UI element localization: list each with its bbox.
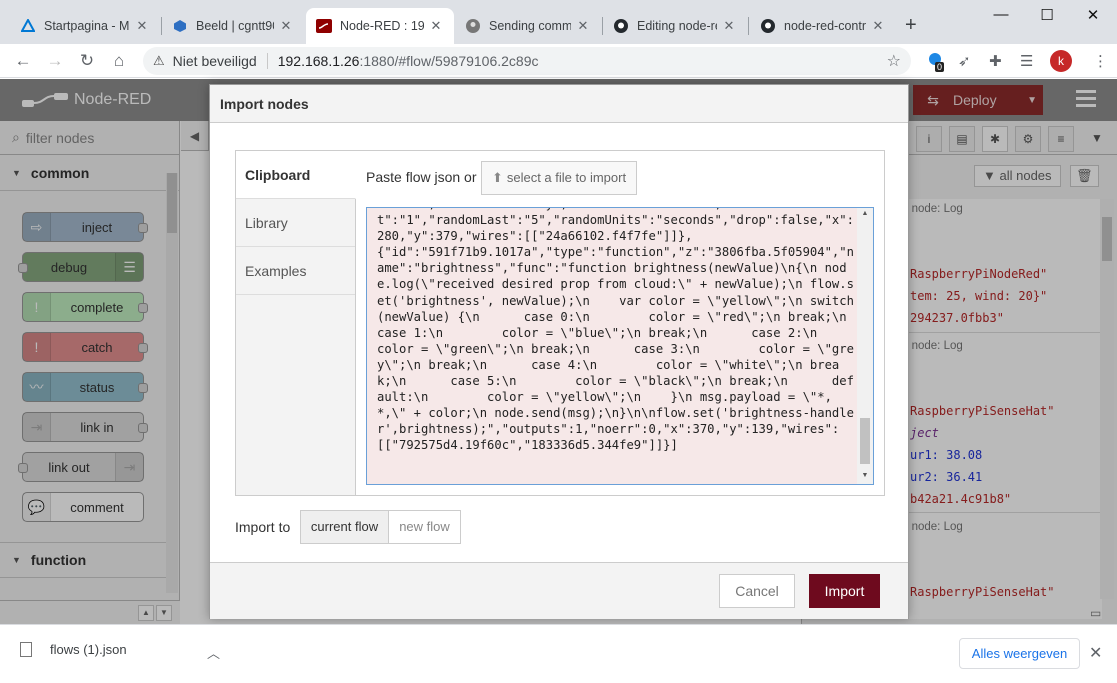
profile-avatar[interactable]: k [1050, 50, 1072, 72]
import-source-tabs: Clipboard Library Examples [236, 151, 356, 495]
browser-tab-sending-commands[interactable]: Sending comma ✕ [455, 8, 601, 44]
select-file-button[interactable]: ⬆ select a file to import [481, 161, 637, 195]
import-button[interactable]: Import [809, 574, 880, 608]
tab-title: node-red-contr [784, 19, 866, 33]
browser-toolbar: ← → ↻ ⌂ ⚠ Niet beveiligd 192.168.1.26:18… [0, 44, 1117, 78]
tab-divider [748, 17, 749, 35]
url-host: 192.168.1.26 [277, 53, 360, 69]
extension-badge: 0 [935, 62, 945, 72]
close-icon[interactable]: ✕ [721, 18, 737, 34]
github-icon [613, 18, 629, 34]
tab-title: Node-RED : 192 [340, 19, 424, 33]
bookmark-star-icon[interactable]: ☆ [887, 51, 901, 71]
address-bar[interactable]: ⚠ Niet beveiligd 192.168.1.26:1880/#flow… [143, 47, 911, 75]
tab-title: Startpagina - M [44, 19, 130, 33]
flow-json-textarea[interactable]: "ate":1,"rateUnits":"day","rateUnits":"s… [366, 207, 874, 485]
omnibox-divider [266, 53, 268, 69]
azure-devops-icon [20, 18, 36, 34]
user-avatar-icon [465, 18, 481, 34]
tab-examples[interactable]: Examples [236, 247, 355, 295]
reading-list-icon[interactable]: ☰ [1020, 52, 1033, 70]
file-button-label: select a file to import [506, 170, 627, 185]
upload-icon: ⬆ [491, 170, 503, 185]
tab-title: Sending comma [489, 19, 571, 33]
tab-title: Beeld | cgntt90( [196, 19, 274, 33]
import-new-flow-option[interactable]: new flow [388, 510, 461, 544]
tab-clipboard[interactable]: Clipboard [236, 151, 356, 199]
reload-icon[interactable]: ↻ [76, 51, 98, 71]
downloads-bar: flows (1).json ︿ Alles weergeven ✕ [0, 624, 1117, 683]
browser-tab-startpagina[interactable]: Startpagina - M ✕ [10, 8, 160, 44]
close-icon[interactable]: ✕ [870, 18, 886, 34]
show-all-downloads-button[interactable]: Alles weergeven [959, 638, 1080, 669]
browser-tab-node-red-contrib[interactable]: node-red-contr ✕ [750, 8, 896, 44]
paste-label: Paste flow json or [366, 169, 477, 185]
textarea-scrollbar[interactable]: ▲ ▼ [857, 208, 873, 484]
close-downloads-bar-icon[interactable]: ✕ [1089, 643, 1102, 663]
extension-icon[interactable]: 0 [927, 52, 945, 72]
file-icon [20, 642, 32, 657]
tab-library[interactable]: Library [236, 199, 355, 247]
scroll-up-icon[interactable]: ▲ [860, 210, 870, 217]
maximize-button[interactable]: ☐ [1024, 6, 1070, 24]
flow-json-text: "ate":1,"rateUnits":"day","rateUnits":"s… [377, 208, 854, 453]
scrollbar-thumb[interactable] [860, 418, 870, 464]
browser-menu-icon[interactable]: ⋮ [1093, 52, 1108, 70]
puzzle-icon[interactable]: ✚ [989, 52, 1002, 70]
close-icon[interactable]: ✕ [428, 18, 444, 34]
import-current-flow-option[interactable]: current flow [300, 510, 389, 544]
browser-tab-node-red[interactable]: Node-RED : 192 ✕ [306, 8, 454, 44]
dialog-footer: Cancel Import [210, 562, 908, 619]
import-nodes-dialog: Import nodes Clipboard Library Examples … [209, 84, 909, 619]
browser-tab-beeld[interactable]: Beeld | cgntt90( ✕ [162, 8, 304, 44]
tab-title: Editing node-re [637, 19, 717, 33]
warning-icon: ⚠ [153, 53, 165, 68]
new-tab-button[interactable]: + [905, 14, 917, 37]
chevron-up-icon[interactable]: ︿ [207, 643, 220, 662]
download-item[interactable]: flows (1).json [20, 642, 127, 657]
close-icon[interactable]: ✕ [278, 18, 294, 34]
browser-tab-editing-node-red[interactable]: Editing node-re ✕ [603, 8, 747, 44]
home-icon[interactable]: ⌂ [108, 51, 130, 71]
window-close-button[interactable]: ✕ [1070, 6, 1116, 24]
close-icon[interactable]: ✕ [134, 18, 150, 34]
back-arrow-icon[interactable]: ← [12, 51, 34, 71]
forward-arrow-icon[interactable]: → [44, 51, 66, 71]
github-icon [760, 18, 776, 34]
import-to-label: Import to [235, 519, 291, 535]
rocket-icon[interactable]: ➶ [958, 52, 971, 70]
node-red-icon [316, 18, 332, 34]
download-file-name: flows (1).json [50, 642, 127, 657]
scroll-down-icon[interactable]: ▼ [860, 472, 870, 479]
url-path: :1880/#flow/59879106.2c89c [359, 53, 539, 69]
browser-tab-strip: Startpagina - M ✕ Beeld | cgntt90( ✕ Nod… [0, 0, 1117, 44]
cancel-button[interactable]: Cancel [719, 574, 795, 608]
azure-icon [172, 18, 188, 34]
minimize-button[interactable]: — [978, 6, 1024, 23]
dialog-title: Import nodes [210, 85, 908, 123]
close-icon[interactable]: ✕ [575, 18, 591, 34]
import-panel: Clipboard Library Examples Paste flow js… [235, 150, 885, 496]
security-label: Niet beveiligd [172, 53, 257, 69]
